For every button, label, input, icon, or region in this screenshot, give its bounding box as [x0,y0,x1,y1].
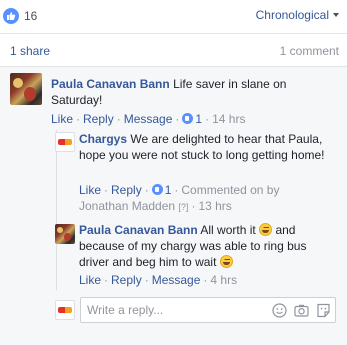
chargy-logo-icon [58,307,72,313]
commented-on-by-label: Commented on by [181,183,280,197]
comment-count[interactable]: 1 comment [280,44,339,58]
reply-actions-continued: Jonathan Madden [?] · 13 hrs [79,199,232,213]
thumbs-up-icon[interactable] [3,8,19,24]
current-user-avatar [55,300,75,320]
edited-marker[interactable]: [?] [178,202,188,212]
sticker-icon[interactable] [316,303,331,318]
timestamp[interactable]: 13 hrs [198,199,231,213]
reply-body: Chargys We are delighted to hear that Pa… [79,131,335,163]
thumbs-up-icon [151,184,163,195]
camera-icon[interactable] [294,303,309,318]
timestamp[interactable]: 14 hrs [212,112,245,126]
reply-input-box[interactable] [80,297,336,323]
reply-input[interactable] [87,302,237,318]
reply-author-link[interactable]: Paula Canavan Bann [79,223,198,237]
reply-author-link[interactable]: Chargys [79,132,127,146]
chevron-down-icon[interactable] [333,13,339,17]
timestamp[interactable]: 4 hrs [210,273,237,287]
reply-button[interactable]: Reply [83,112,114,126]
avatar[interactable] [55,132,75,152]
reply-body: Paula Canavan Bann All worth it and beca… [79,222,335,270]
stats-row: 1 share 1 comment [0,34,347,66]
avatar[interactable] [55,224,75,244]
chargy-logo-icon [58,139,72,145]
reply-button[interactable]: Reply [111,183,142,197]
like-button[interactable]: Like [79,273,101,287]
comment-body: Paula Canavan Bann Life saver in slane o… [51,76,336,108]
reply-actions: Like · Reply · 1 · Commented on by [79,183,280,197]
grinning-face-icon [259,223,273,236]
reply-thread-line [56,130,57,290]
reply-text-part1: All worth it [200,223,256,237]
reply-button[interactable]: Reply [111,273,142,287]
share-count-link[interactable]: 1 share [10,44,50,58]
comment-actions: Like · Reply · Message · 1 · 14 hrs [51,112,246,126]
thumbs-up-icon [182,113,194,124]
like-count[interactable]: 16 [24,9,37,23]
message-button[interactable]: Message [124,112,173,126]
reply-actions: Like · Reply · Message · 4 hrs [79,273,238,287]
like-button[interactable]: Like [79,183,101,197]
smiley-icon[interactable] [272,303,287,318]
sort-order-dropdown[interactable]: Chronological [256,8,329,22]
avatar[interactable] [10,73,42,105]
commenter-link[interactable]: Jonathan Madden [79,199,175,213]
grinning-face-icon [219,255,233,268]
like-button[interactable]: Like [51,112,73,126]
message-button[interactable]: Message [152,273,201,287]
comment-author-link[interactable]: Paula Canavan Bann [51,77,170,91]
reactions-bar: 16 Chronological [0,0,347,33]
